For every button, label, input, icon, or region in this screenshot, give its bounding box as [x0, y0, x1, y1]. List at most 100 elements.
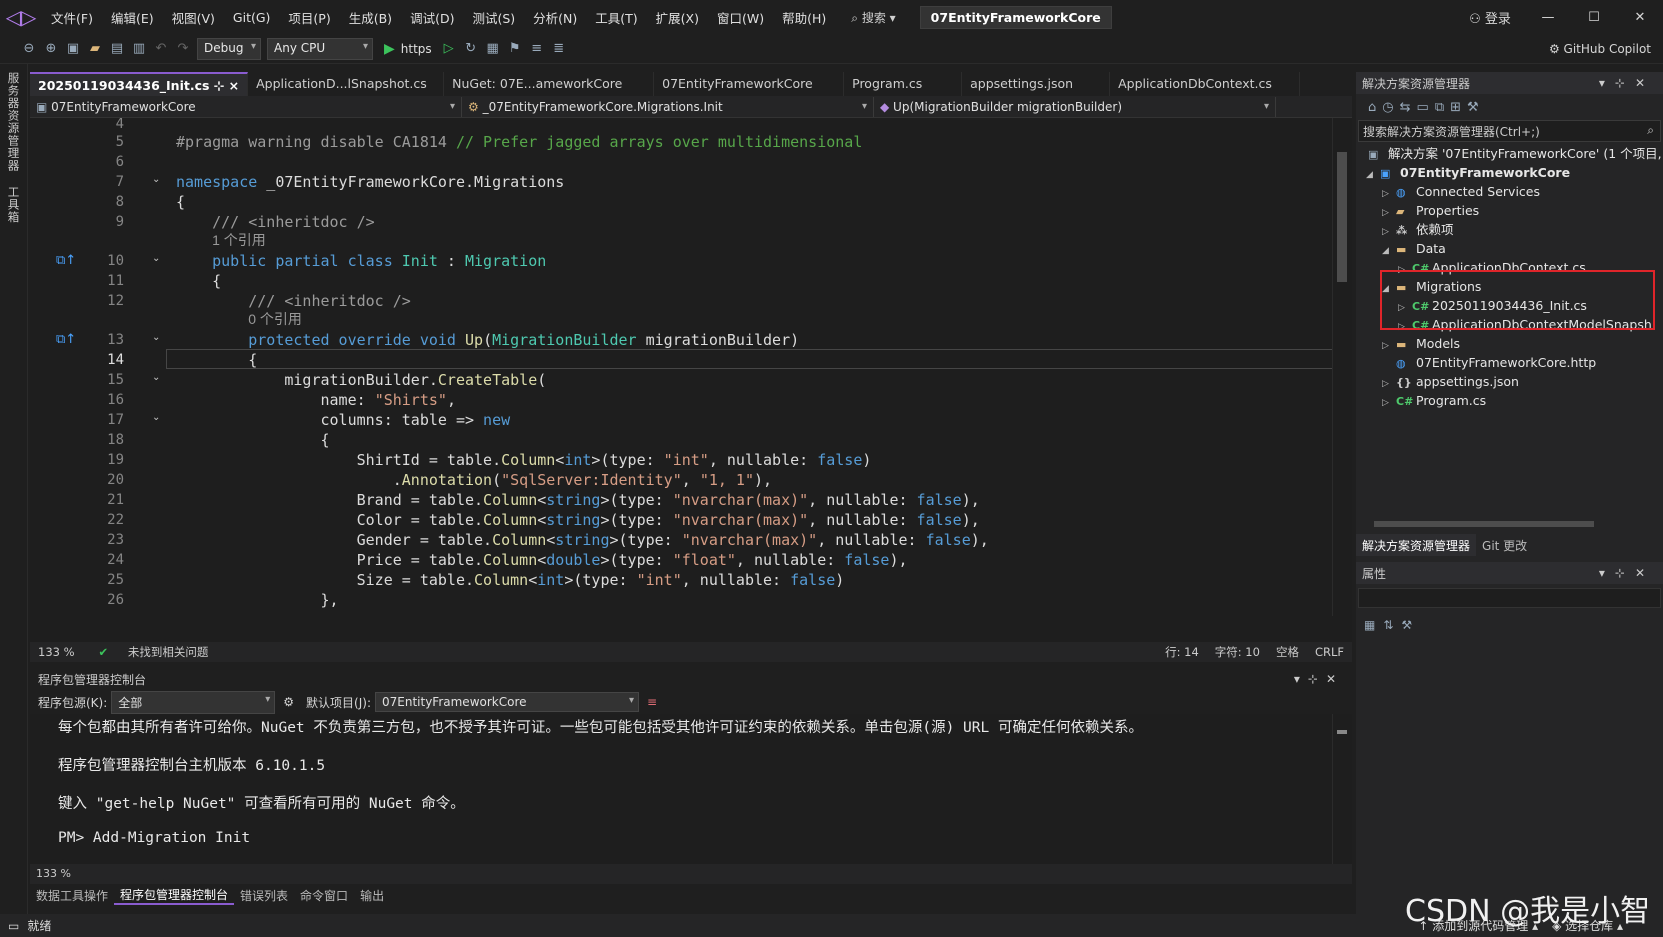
member-dropdown[interactable]: ◆ Up(MigrationBuilder migrationBuilder) — [874, 96, 1276, 117]
panel-controls[interactable]: ▾⊹✕ — [1599, 566, 1663, 580]
output-icon[interactable]: ▭ — [8, 919, 19, 933]
wrench-icon[interactable]: ⚒ — [1467, 100, 1485, 115]
close-tab-icon[interactable]: × — [229, 78, 239, 93]
editor-vertical-scrollbar[interactable] — [1332, 118, 1352, 616]
whitespace-indicator[interactable]: 空格 — [1268, 644, 1307, 660]
back-icon[interactable]: ⊖ — [18, 41, 40, 56]
scrollbar-thumb[interactable] — [1337, 152, 1347, 282]
tab-error-list[interactable]: 错误列表 — [234, 887, 294, 904]
run-without-debug-icon[interactable]: ▷ — [438, 41, 460, 56]
menu-test[interactable]: 测试(S) — [463, 8, 524, 27]
run-icon[interactable]: ▶ — [384, 41, 395, 57]
menu-file[interactable]: 文件(F) — [42, 8, 102, 27]
alphabetical-icon[interactable]: ⇅ — [1383, 618, 1401, 632]
menu-debug[interactable]: 调试(D) — [401, 8, 463, 27]
tab-output[interactable]: 输出 — [354, 887, 390, 904]
project-dropdown[interactable]: ▣ 07EntityFrameworkCore — [30, 96, 462, 117]
collapse-arrow-icon[interactable]: ◢ — [1366, 165, 1380, 185]
fold-toggle-icon[interactable]: ⌄ — [152, 412, 160, 423]
minimize-button[interactable]: — — [1525, 10, 1571, 25]
panel-controls[interactable]: ▾⊹✕ — [1294, 672, 1352, 686]
open-folder-icon[interactable]: ▰ — [84, 41, 106, 56]
menu-project[interactable]: 项目(P) — [279, 8, 339, 27]
maximize-button[interactable]: ☐ — [1571, 10, 1617, 25]
tab-package-manager-console[interactable]: 程序包管理器控制台 — [114, 886, 235, 905]
menu-help[interactable]: 帮助(H) — [773, 8, 835, 27]
copilot-button[interactable]: ⚙ GitHub Copilot — [1549, 42, 1663, 56]
tree-item-connected-services[interactable]: ▷ ◍ Connected Services — [1382, 182, 1540, 202]
console-output[interactable]: 每个包都由其所有者许可给你。NuGet 不负责第三方包，也不授予其许可证。一些包… — [30, 714, 1352, 864]
tab-command-window[interactable]: 命令窗口 — [294, 887, 354, 904]
properties-object-select[interactable] — [1358, 588, 1661, 608]
tab-program-cs[interactable]: Program.cs — [844, 72, 963, 96]
tree-item-data-folder[interactable]: ◢ ▬ Data — [1382, 239, 1446, 259]
filter-icon[interactable]: ⊞ — [1450, 100, 1467, 115]
collapse-icon[interactable]: ▭ — [1417, 100, 1435, 115]
search-button[interactable]: ⌕ 搜索 ▾ — [841, 9, 905, 26]
run-target[interactable]: https — [401, 42, 432, 56]
tree-item-program[interactable]: ▷ C# Program.cs — [1382, 391, 1486, 411]
scrollbar-thumb[interactable] — [1337, 730, 1347, 734]
panel-controls[interactable]: ▾⊹✕ — [1599, 76, 1663, 90]
save-icon[interactable]: ▤ — [106, 41, 128, 56]
server-explorer-tab[interactable]: 服务器资源管理器 — [6, 72, 22, 172]
toolbox-tab[interactable]: 工具箱 — [6, 186, 22, 224]
tree-item-appsettings[interactable]: ▷{} appsettings.json — [1382, 372, 1519, 392]
categorized-icon[interactable]: ▦ — [1364, 618, 1383, 632]
login-button[interactable]: ⚇ 登录 — [1455, 8, 1525, 27]
tree-item-dependencies[interactable]: ▷ ⁂ 依赖项 — [1382, 220, 1454, 240]
code-lens-references[interactable]: 0 个引用 — [248, 311, 302, 327]
menu-git[interactable]: Git(G) — [224, 10, 280, 25]
tab-solution-explorer[interactable]: 解决方案资源管理器 — [1356, 534, 1477, 556]
type-dropdown[interactable]: ⚙ _07EntityFrameworkCore.Migrations.Init — [462, 96, 874, 117]
code-lens-references[interactable]: 1 个引用 — [212, 232, 266, 248]
comment-icon[interactable]: ≡ — [526, 41, 548, 56]
solution-explorer-search[interactable]: 搜索解决方案资源管理器(Ctrl+;) ⌕ — [1358, 120, 1661, 142]
code-editor[interactable]: 4 5 6 7 8 9 10 11 12 13 14 15 16 17 18 19 20 21 22 23 24 25 26… — [30, 118, 1352, 642]
sync-icon[interactable]: ⇆ — [1400, 100, 1417, 115]
fold-toggle-icon[interactable]: ⌄ — [152, 174, 160, 185]
override-glyph-icon[interactable]: ⧉↑ — [56, 253, 76, 268]
hot-reload-icon[interactable]: ↻ — [460, 41, 482, 56]
default-project-select[interactable]: 07EntityFrameworkCore — [375, 692, 639, 712]
pin-icon[interactable]: ⊹ — [214, 78, 224, 93]
tree-item-solution[interactable]: ▣ 解决方案 '07EntityFrameworkCore' (1 个项目, — [1368, 144, 1662, 164]
show-all-icon[interactable]: ⧉ — [1435, 100, 1450, 115]
scrollbar-thumb[interactable] — [1374, 521, 1594, 527]
console-zoom[interactable]: 133 % — [30, 864, 1352, 884]
save-all-icon[interactable]: ▥ — [128, 41, 150, 56]
menu-extensions[interactable]: 扩展(X) — [647, 8, 708, 27]
tree-item-project[interactable]: ◢ ▣ 07EntityFrameworkCore — [1366, 163, 1570, 183]
menu-analyze[interactable]: 分析(N) — [524, 8, 586, 27]
expand-arrow-icon[interactable]: ▷ — [1382, 393, 1396, 413]
tab-dbcontext[interactable]: ApplicationDbContext.cs — [1110, 72, 1301, 96]
menu-build[interactable]: 生成(B) — [340, 8, 401, 27]
tab-snapshot-cs[interactable]: ApplicationD...lSnapshot.cs — [248, 72, 445, 96]
tab-git-changes[interactable]: Git 更改 — [1476, 534, 1533, 556]
property-pages-icon[interactable]: ⚒ — [1401, 618, 1420, 632]
close-window-button[interactable]: ✕ — [1617, 10, 1663, 25]
tab-nuget[interactable]: NuGet: 07E...ameworkCore — [444, 72, 655, 96]
new-project-icon[interactable]: ▣ — [62, 41, 84, 56]
column-indicator[interactable]: 字符: 10 — [1207, 644, 1268, 660]
clear-console-icon[interactable]: ≡ — [647, 695, 657, 709]
undo-icon[interactable]: ↶ — [150, 41, 172, 56]
tab-data-tools[interactable]: 数据工具操作 — [30, 887, 114, 904]
menu-view[interactable]: 视图(V) — [163, 8, 224, 27]
tree-item-properties[interactable]: ▷ ▰ Properties — [1382, 201, 1479, 221]
package-source-select[interactable]: 全部 — [111, 690, 276, 714]
fold-toggle-icon[interactable]: ⌄ — [152, 332, 160, 343]
editor-zoom[interactable]: 133 % — [30, 645, 83, 659]
menu-edit[interactable]: 编辑(E) — [102, 8, 163, 27]
settings-icon[interactable]: ⚙ — [283, 695, 294, 709]
tab-init-cs[interactable]: 20250119034436_Init.cs ⊹ × — [30, 72, 249, 96]
forward-icon[interactable]: ⊕ — [40, 41, 62, 56]
solution-explorer-icon[interactable]: ▦ — [482, 41, 504, 56]
tree-item-http-file[interactable]: ◍ 07EntityFrameworkCore.http — [1382, 353, 1596, 373]
configuration-select[interactable]: Debug — [197, 37, 261, 60]
fold-toggle-icon[interactable]: ⌄ — [152, 372, 160, 383]
platform-select[interactable]: Any CPU — [267, 37, 373, 60]
redo-icon[interactable]: ↷ — [172, 41, 194, 56]
collapse-arrow-icon[interactable]: ◢ — [1382, 241, 1396, 261]
bookmark-icon[interactable]: ⚑ — [504, 41, 526, 56]
